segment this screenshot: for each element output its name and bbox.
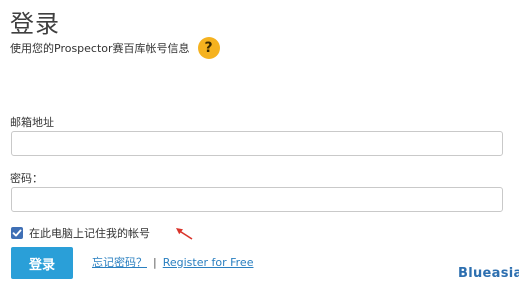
password-label: 密码：: [10, 172, 43, 185]
login-button[interactable]: 登录: [11, 247, 73, 279]
link-row: 忘记密码？ | Register for Free: [92, 254, 253, 270]
link-separator: |: [153, 255, 157, 269]
email-label: 邮箱地址: [10, 116, 54, 129]
help-label: ?: [204, 40, 213, 56]
annotation-arrow-icon: [176, 228, 193, 240]
page-title: 登录: [10, 10, 60, 38]
forgot-password-link[interactable]: 忘记密码？: [92, 254, 147, 270]
subtitle-row: 使用您的Prospector赛百库帐号信息 ?: [10, 37, 220, 59]
question-icon[interactable]: ?: [197, 37, 220, 59]
remember-checkbox[interactable]: [11, 227, 23, 239]
check-icon: [12, 229, 22, 237]
subtitle: 使用您的Prospector赛百库帐号信息: [10, 42, 190, 55]
brand-logo: Blueasia: [458, 266, 519, 281]
password-field[interactable]: [11, 187, 503, 212]
register-link[interactable]: Register for Free: [163, 256, 254, 269]
email-field[interactable]: [11, 131, 503, 156]
remember-row[interactable]: 在此电脑上记住我的帐号: [11, 225, 150, 241]
remember-label: 在此电脑上记住我的帐号: [29, 227, 150, 240]
